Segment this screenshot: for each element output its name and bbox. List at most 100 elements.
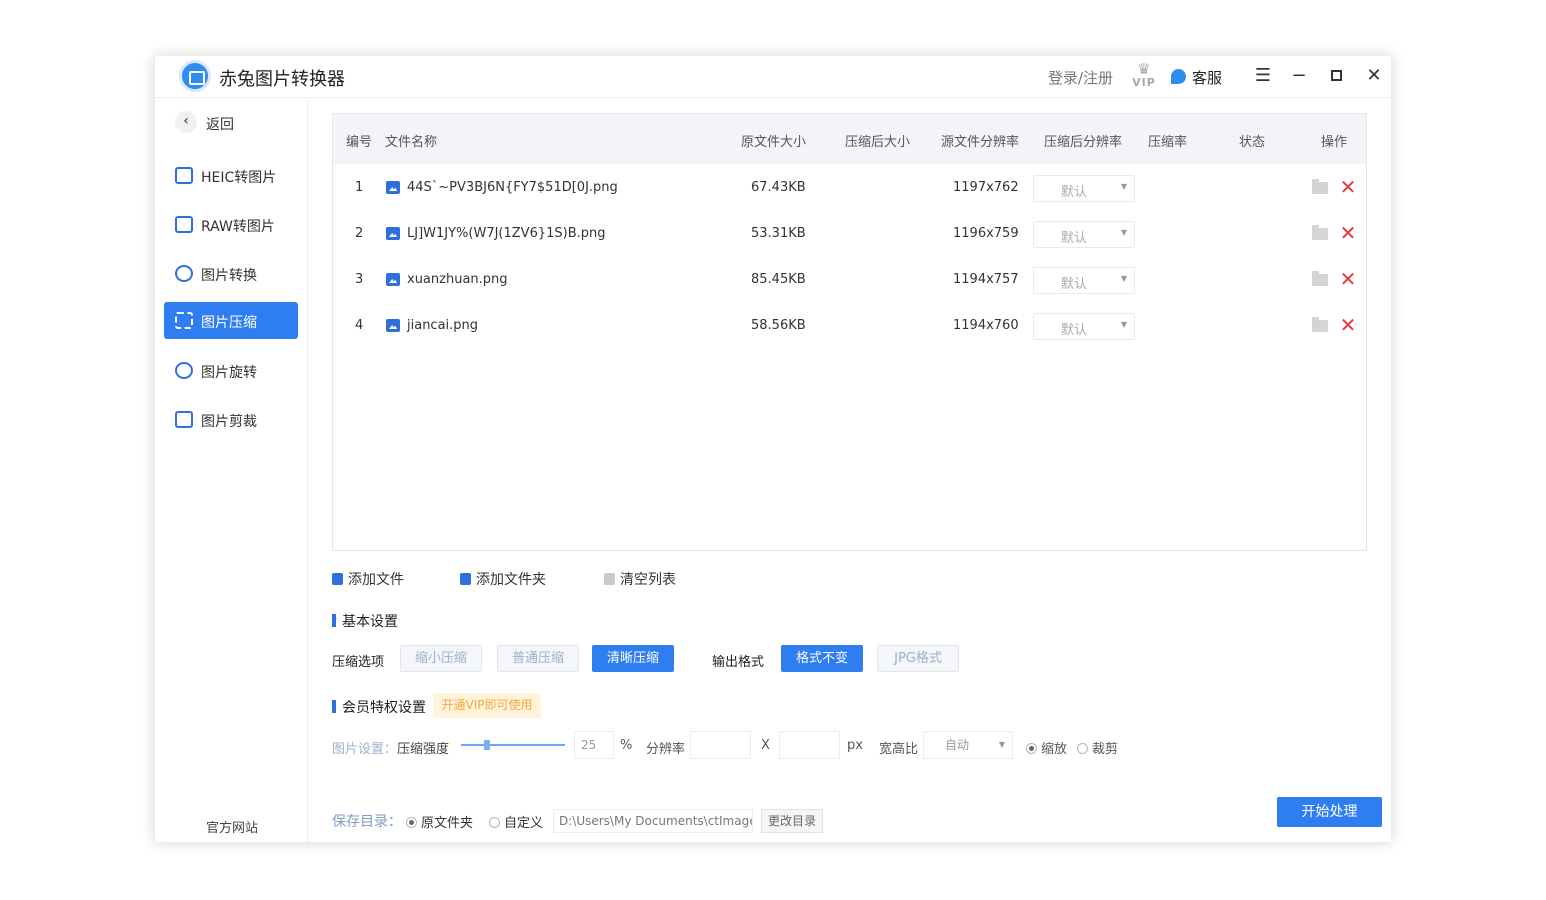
source-resolution: 1196x759 xyxy=(953,226,1019,241)
delete-icon[interactable]: ✕ xyxy=(1339,175,1357,199)
mode-option-crop[interactable]: 裁剪 xyxy=(1077,738,1118,757)
sidebar-item-raw[interactable]: RAW转图片 xyxy=(164,206,298,243)
table-row: 2 LJ]W1JY%(W7J(1ZV6}1S)B.png 53.31KB 119… xyxy=(333,211,1366,257)
add-file-icon xyxy=(332,573,343,585)
open-folder-icon[interactable] xyxy=(1312,317,1328,332)
resolution-select[interactable]: 默认 ▼ xyxy=(1033,313,1135,340)
image-file-icon xyxy=(386,181,400,194)
open-folder-icon[interactable] xyxy=(1312,179,1328,194)
height-input[interactable] xyxy=(779,731,840,759)
file-name: xuanzhuan.png xyxy=(407,272,508,287)
app-logo-icon xyxy=(179,60,211,92)
table-row: 3 xuanzhuan.png 85.45KB 1194x757 默认 ▼ ✕ xyxy=(333,257,1366,303)
vip-button[interactable]: ♛ VIP xyxy=(1130,60,1158,90)
save-path-field[interactable]: D:\Users\My Documents\ctImageC xyxy=(553,809,753,833)
customer-service-link[interactable]: 客服 xyxy=(1192,67,1222,88)
radio-icon xyxy=(1077,743,1088,754)
sidebar-item-label: 图片旋转 xyxy=(201,365,257,381)
format-option-keep[interactable]: 格式不变 xyxy=(781,645,863,672)
clear-icon xyxy=(604,573,615,585)
resolution-select[interactable]: 默认 ▼ xyxy=(1033,267,1135,294)
rotate-icon xyxy=(175,362,193,379)
compress-option-normal[interactable]: 普通压缩 xyxy=(497,645,579,672)
basic-settings-label: 基本设置 xyxy=(342,614,398,630)
maximize-icon[interactable] xyxy=(1324,64,1348,88)
add-file-button[interactable]: 添加文件 xyxy=(332,569,404,589)
px-unit: px xyxy=(847,738,863,753)
aspect-ratio-select[interactable]: 自动 ▼ xyxy=(923,731,1013,759)
strength-slider-track[interactable] xyxy=(461,744,565,746)
sidebar-item-label: 图片压缩 xyxy=(201,315,257,331)
delete-icon[interactable]: ✕ xyxy=(1339,267,1357,291)
chevron-left-icon: ‹ xyxy=(175,111,197,133)
open-folder-icon[interactable] xyxy=(1312,225,1328,240)
image-file-icon xyxy=(386,319,400,332)
crown-icon: ♛ xyxy=(1137,60,1151,78)
resolution-select[interactable]: 默认 ▼ xyxy=(1033,175,1135,202)
add-file-label: 添加文件 xyxy=(348,572,404,588)
sidebar: ‹ 返回 HEIC转图片 RAW转图片 图片转换 图片压缩 图片旋转 图片剪裁 xyxy=(155,99,308,842)
resolution-select[interactable]: 默认 ▼ xyxy=(1033,221,1135,248)
output-format-label: 输出格式 xyxy=(712,655,765,670)
close-icon[interactable]: ✕ xyxy=(1362,64,1386,88)
customer-service-icon[interactable] xyxy=(1171,69,1186,84)
open-folder-icon[interactable] xyxy=(1312,271,1328,286)
sidebar-item-heic[interactable]: HEIC转图片 xyxy=(164,157,298,194)
column-header-original-size: 原文件大小 xyxy=(741,135,807,150)
dropdown-arrow-icon: ▼ xyxy=(1120,274,1127,283)
basic-settings-title: 基本设置 xyxy=(332,611,398,631)
row-number: 2 xyxy=(355,226,364,241)
original-size: 58.56KB xyxy=(751,318,806,333)
start-processing-button[interactable]: 开始处理 xyxy=(1277,797,1382,827)
file-name: 44S`~PV3BJ6N{FY7$51D[0J.png xyxy=(407,180,618,195)
menu-icon[interactable]: ☰ xyxy=(1251,64,1275,88)
format-option-jpg[interactable]: JPG格式 xyxy=(877,645,959,672)
mode-scale-label: 缩放 xyxy=(1041,742,1068,757)
heic-icon xyxy=(175,167,193,184)
sidebar-item-label: 图片剪裁 xyxy=(201,414,257,430)
section-marker xyxy=(332,700,336,713)
dropdown-arrow-icon: ▼ xyxy=(1120,228,1127,237)
source-resolution: 1197x762 xyxy=(953,180,1019,195)
login-register-link[interactable]: 登录/注册 xyxy=(1048,67,1113,88)
delete-icon[interactable]: ✕ xyxy=(1339,221,1357,245)
vip-settings-title: 会员特权设置 xyxy=(332,697,426,717)
official-website-link[interactable]: 官方网站 xyxy=(206,817,258,836)
add-folder-button[interactable]: 添加文件夹 xyxy=(460,569,546,589)
sidebar-item-compress[interactable]: 图片压缩 xyxy=(164,302,298,339)
compress-option-clear[interactable]: 清晰压缩 xyxy=(592,645,674,672)
open-vip-tag[interactable]: 开通VIP即可使用 xyxy=(433,693,541,718)
sidebar-item-crop[interactable]: 图片剪裁 xyxy=(164,401,298,438)
file-name: LJ]W1JY%(W7J(1ZV6}1S)B.png xyxy=(407,226,606,241)
table-header: 编号 文件名称 原文件大小 压缩后大小 源文件分辨率 压缩后分辨率 压缩率 状态… xyxy=(333,114,1366,164)
app-window: 赤兔图片转换器 登录/注册 ♛ VIP 客服 ☰ − ✕ ‹ 返回 HEIC转图… xyxy=(155,56,1391,842)
folder-icon xyxy=(460,573,471,585)
original-folder-label: 原文件夹 xyxy=(421,816,474,831)
save-directory-label: 保存目录： xyxy=(332,814,402,830)
column-header-compression-rate: 压缩率 xyxy=(1148,135,1188,150)
source-resolution: 1194x760 xyxy=(953,318,1019,333)
minimize-icon[interactable]: − xyxy=(1287,64,1311,88)
save-option-custom[interactable]: 自定义 xyxy=(489,812,543,831)
sidebar-item-rotate[interactable]: 图片旋转 xyxy=(164,352,298,389)
sidebar-item-convert[interactable]: 图片转换 xyxy=(164,255,298,292)
column-header-source-resolution: 源文件分辨率 xyxy=(941,135,1020,150)
strength-slider-handle[interactable] xyxy=(484,740,490,750)
strength-input[interactable]: 25 xyxy=(574,731,614,759)
original-size: 67.43KB xyxy=(751,180,806,195)
convert-icon xyxy=(175,265,193,282)
mode-option-scale[interactable]: 缩放 xyxy=(1026,738,1067,757)
compress-option-shrink[interactable]: 缩小压缩 xyxy=(400,645,482,672)
row-number: 3 xyxy=(355,272,364,287)
table-row: 1 44S`~PV3BJ6N{FY7$51D[0J.png 67.43KB 11… xyxy=(333,165,1366,211)
app-title: 赤兔图片转换器 xyxy=(219,69,345,90)
resolution-label: 分辨率 xyxy=(646,742,686,757)
delete-icon[interactable]: ✕ xyxy=(1339,313,1357,337)
back-label: 返回 xyxy=(206,117,234,133)
clear-list-button[interactable]: 清空列表 xyxy=(604,569,676,589)
mode-crop-label: 裁剪 xyxy=(1092,742,1119,757)
width-input[interactable] xyxy=(690,731,751,759)
save-option-original-folder[interactable]: 原文件夹 xyxy=(406,812,473,831)
change-directory-button[interactable]: 更改目录 xyxy=(761,809,823,833)
image-settings-label: 图片设置： xyxy=(332,742,398,757)
